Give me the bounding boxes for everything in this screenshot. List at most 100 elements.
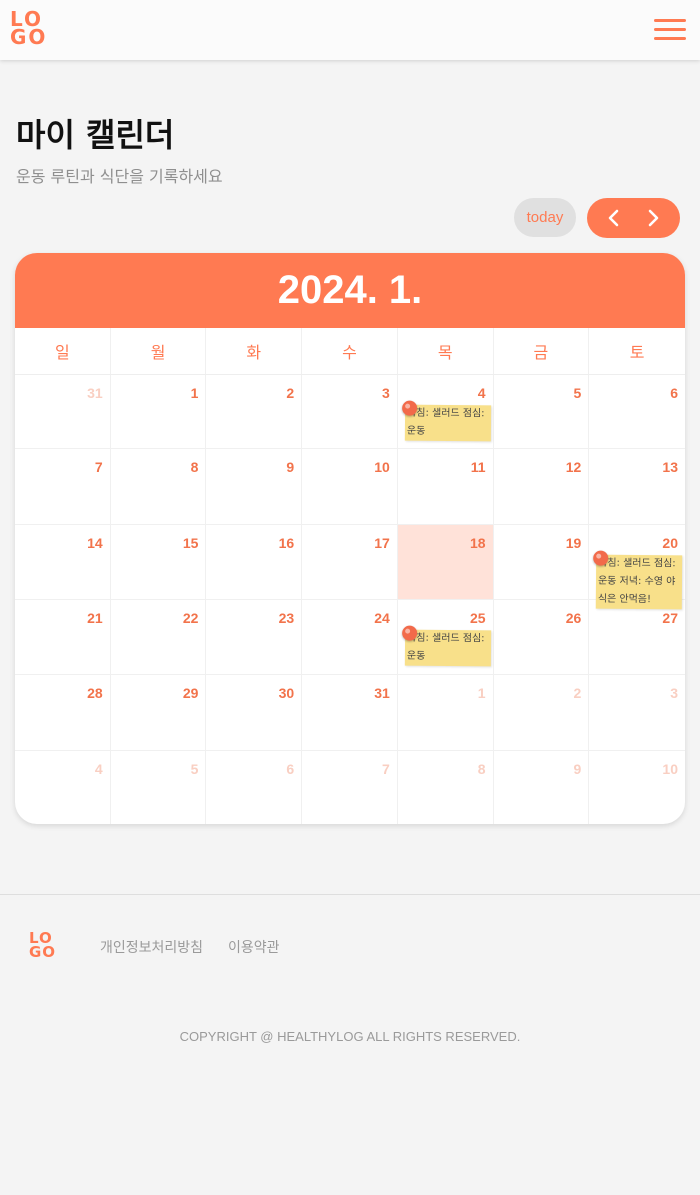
menu-icon-bar (654, 28, 686, 31)
day-cell[interactable]: 2 (206, 375, 303, 449)
day-number: 17 (374, 535, 390, 551)
logo[interactable]: LO GO (10, 9, 52, 52)
day-cell[interactable]: 13 (589, 449, 685, 525)
day-number: 31 (87, 385, 103, 401)
day-cell[interactable]: 27 (589, 600, 685, 675)
day-cell[interactable]: 7 (15, 449, 111, 525)
day-cell[interactable]: 8 (398, 751, 494, 824)
day-number: 4 (477, 385, 486, 401)
day-cell[interactable]: 30 (206, 675, 303, 751)
weekday-label: 금 (494, 328, 590, 374)
day-cell[interactable]: 23 (206, 600, 303, 675)
day-cell[interactable]: 1 (397, 675, 494, 751)
day-cell[interactable]: 5 (111, 751, 207, 824)
footer-logo-bottom-text: GO (29, 943, 57, 961)
day-cell[interactable]: 6 (589, 375, 685, 449)
pin-icon (401, 400, 418, 416)
day-number: 3 (382, 385, 390, 401)
day-cell[interactable]: 19 (493, 525, 590, 600)
day-cell[interactable]: 11 (397, 449, 494, 525)
day-cell[interactable]: 4 아침: 샐러드 점심: 운동 (397, 375, 494, 449)
day-cell[interactable]: 1 (110, 375, 207, 449)
day-number: 20 (662, 535, 678, 551)
day-cell[interactable]: 21 (15, 600, 111, 675)
today-button[interactable]: today (514, 198, 576, 237)
weekday-label: 토 (629, 343, 645, 362)
weekday-label: 일 (15, 328, 111, 374)
day-cell[interactable]: 7 (302, 751, 398, 824)
day-number: 9 (573, 761, 582, 777)
sticky-note[interactable]: 아침: 샐러드 점심: 운동 (401, 400, 491, 442)
day-number: 30 (278, 685, 295, 701)
terms-link[interactable]: 이용약관 (228, 937, 280, 957)
day-cell[interactable]: 9 (206, 449, 303, 525)
calendar-grid: 31 1 2 3 4 아침: 샐러드 점심: 운동 5 6 7 8 9 10 11 12 13 14 15 16 1… (15, 375, 685, 824)
day-cell[interactable]: 22 (110, 600, 207, 675)
day-number: 12 (565, 459, 582, 475)
day-number: 24 (374, 610, 390, 626)
day-cell[interactable]: 25 아침: 샐러드 점심: 운동 (397, 600, 494, 675)
day-cell[interactable]: 5 (493, 375, 590, 449)
calendar: 2024. 1. 일월화수목금토 31 1 2 3 4 아침: 샐러드 점심: 운동 5 6 7… (15, 253, 685, 824)
day-cell[interactable]: 14 (15, 525, 111, 600)
day-cell[interactable]: 12 (493, 449, 590, 525)
day-cell-today[interactable]: 18 (397, 525, 494, 600)
day-number: 5 (190, 761, 199, 777)
day-cell[interactable]: 31 (15, 375, 111, 449)
day-number: 14 (87, 535, 103, 551)
weekday-label: 월 (111, 328, 207, 374)
chevron-right-icon (648, 209, 659, 227)
day-cell[interactable]: 29 (110, 675, 207, 751)
note-text: 아침: 샐러드 점심: 운동 (406, 407, 485, 437)
day-cell[interactable]: 8 (110, 449, 207, 525)
weekday-label: 수 (302, 328, 398, 374)
day-cell[interactable]: 16 (206, 525, 303, 600)
day-cell[interactable]: 26 (493, 600, 590, 675)
note-text: 아침: 샐러드 점심: 운동 (406, 632, 485, 662)
note-text: 아침: 샐러드 점심: 운동 저녁: 수영 야식은 안먹음! (598, 557, 676, 606)
day-cell[interactable]: 6 (206, 751, 303, 824)
pin-icon (401, 625, 418, 641)
footer-logo[interactable]: LO GO (29, 931, 61, 963)
day-cell[interactable]: 15 (110, 525, 207, 600)
day-number: 22 (182, 610, 199, 626)
day-cell[interactable]: 3 (589, 675, 685, 751)
day-number: 9 (286, 459, 295, 475)
privacy-policy-link[interactable]: 개인정보처리방침 (100, 937, 203, 957)
day-number: 19 (565, 535, 582, 551)
weekday-row: 일월화수목금 토 (15, 328, 685, 375)
day-number: 10 (662, 761, 678, 777)
day-cell[interactable]: 3 (302, 375, 398, 449)
day-cell[interactable]: 17 (302, 525, 398, 600)
day-number: 10 (374, 459, 390, 475)
day-cell[interactable]: 31 (302, 675, 398, 751)
top-header: LO GO (0, 0, 700, 60)
day-number: 6 (670, 385, 678, 401)
day-number: 31 (374, 685, 390, 701)
day-cell[interactable]: 4 (15, 751, 111, 824)
day-number: 29 (182, 685, 199, 701)
day-number: 2 (573, 685, 582, 701)
day-cell[interactable]: 9 (494, 751, 590, 824)
menu-icon[interactable] (654, 19, 686, 41)
day-cell[interactable]: 28 (15, 675, 111, 751)
day-number: 7 (382, 761, 390, 777)
prev-month-button[interactable] (598, 202, 630, 234)
footer: LO GO 개인정보처리방침 이용약관 COPYRIGHT @ HEALTHYL… (0, 894, 700, 1195)
day-number: 25 (469, 610, 486, 626)
day-number: 15 (182, 535, 199, 551)
day-cell[interactable]: 24 (302, 600, 398, 675)
weekday-label: 화 (206, 328, 303, 374)
day-cell[interactable]: 10 (302, 449, 398, 525)
day-number: 11 (470, 459, 486, 475)
sticky-note[interactable]: 아침: 샐러드 점심: 운동 (401, 625, 491, 667)
day-number: 8 (190, 459, 199, 475)
day-number: 21 (87, 610, 103, 626)
day-cell[interactable]: 20 아침: 샐러드 점심: 운동 저녁: 수영 야식은 안먹음! (589, 525, 685, 610)
day-cell[interactable]: 10 (589, 751, 685, 824)
next-month-button[interactable] (637, 202, 669, 234)
day-number: 28 (87, 685, 103, 701)
day-cell[interactable]: 2 (493, 675, 590, 751)
day-number: 8 (477, 761, 486, 777)
month-nav (587, 198, 680, 238)
